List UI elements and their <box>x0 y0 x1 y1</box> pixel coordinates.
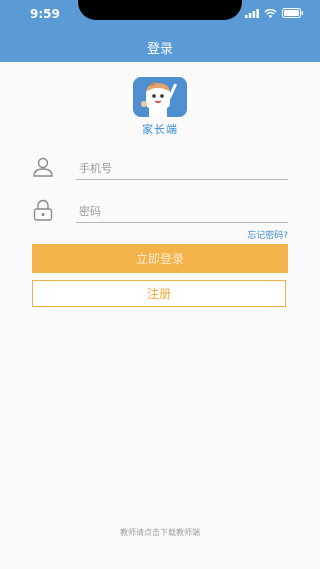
device-notch <box>78 0 242 20</box>
app-name: 家长端 <box>142 123 178 136</box>
phone-field[interactable] <box>76 157 288 180</box>
battery-icon <box>282 8 304 18</box>
header-bar: 9:59 登录 <box>0 0 320 62</box>
status-time: 9:59 <box>30 7 60 21</box>
forgot-password-link[interactable]: 忘记密码? <box>247 228 288 241</box>
signal-icon <box>245 8 259 18</box>
register-button[interactable]: 注册 <box>32 280 286 307</box>
phone-input[interactable] <box>76 161 288 175</box>
wifi-icon <box>264 8 277 18</box>
teacher-download-link[interactable]: 教师请点击下载教师端 <box>0 527 320 538</box>
page-title: 登录 <box>146 42 173 57</box>
password-field[interactable] <box>76 200 288 223</box>
status-icons <box>245 8 304 18</box>
user-icon <box>33 157 53 177</box>
login-button[interactable]: 立即登录 <box>32 244 288 273</box>
password-input[interactable] <box>76 204 288 218</box>
cartoon-student-app-icon <box>133 77 187 117</box>
lock-icon <box>33 199 53 221</box>
login-screen: 9:59 登录 家长端 手机号 忘记密码? 立即登录 注册 教师请点击下载教师端 <box>0 0 320 569</box>
